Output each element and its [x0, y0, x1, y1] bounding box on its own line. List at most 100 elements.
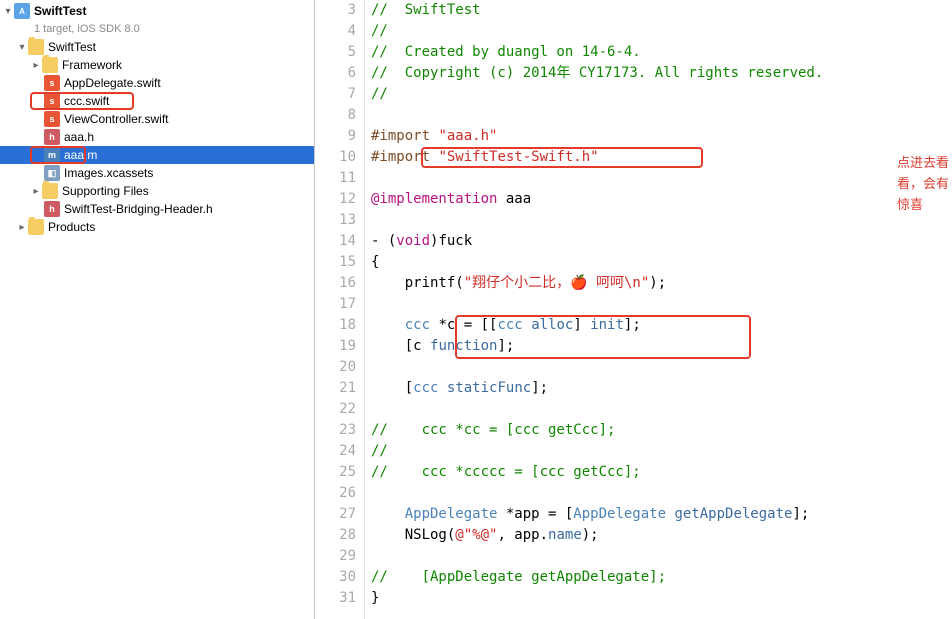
code-text: { [371, 252, 952, 273]
file-label: aaa.h [64, 130, 94, 144]
file-appdelegate[interactable]: s AppDelegate.swift [0, 74, 314, 92]
code-text: // ccc *ccccc = [ccc getCcc]; [371, 464, 641, 480]
project-root[interactable]: ▾ A SwiftTest [0, 2, 314, 20]
file-label: ViewController.swift [64, 112, 168, 126]
code-text: aaa [497, 191, 531, 207]
code-text: AppDelegate [573, 506, 666, 522]
project-subtitle: 1 target, iOS SDK 8.0 [34, 23, 140, 35]
file-bridging-header[interactable]: h SwiftTest-Bridging-Header.h [0, 200, 314, 218]
project-subtitle-row: 1 target, iOS SDK 8.0 [0, 20, 314, 38]
code-text: , app. [497, 527, 548, 543]
file-ccc[interactable]: s ccc.swift [0, 92, 314, 110]
code-text: [c [371, 338, 430, 354]
code-text [371, 483, 952, 504]
code-text: [ [371, 380, 413, 396]
header-file-icon: h [44, 129, 60, 145]
code-text [371, 294, 952, 315]
file-label: Images.xcassets [64, 166, 153, 180]
code-text [371, 105, 952, 126]
folder-framework[interactable]: ▸ Framework [0, 56, 314, 74]
code-text: init [590, 317, 624, 333]
folder-icon [28, 39, 44, 55]
file-images-xcassets[interactable]: ◧ Images.xcassets [0, 164, 314, 182]
code-text: ); [649, 275, 666, 291]
file-label: SwiftTest-Bridging-Header.h [64, 202, 213, 216]
project-name: SwiftTest [34, 4, 86, 18]
code-text: @"%@" [455, 527, 497, 543]
code-text: ]; [531, 380, 548, 396]
code-text: // [AppDelegate getAppDelegate]; [371, 569, 666, 585]
code-text: "翔仔个小二比，🍎 呵呵\n" [464, 275, 650, 291]
code-text [438, 380, 446, 396]
code-text: "aaa.h" [438, 128, 497, 144]
code-text: // [371, 86, 388, 102]
xcode-project-icon: A [14, 3, 30, 19]
implementation-file-icon: m [44, 147, 60, 163]
code-text: #import [371, 149, 438, 165]
folder-icon [42, 183, 58, 199]
code-text: ]; [497, 338, 514, 354]
folder-swifttest[interactable]: ▾ SwiftTest [0, 38, 314, 56]
code-text [371, 210, 952, 231]
code-text: // ccc *cc = [ccc getCcc]; [371, 422, 615, 438]
chevron-right-icon[interactable]: ▸ [30, 186, 42, 197]
code-text: // [371, 23, 388, 39]
code-text [371, 357, 952, 378]
code-text: getAppDelegate [674, 506, 792, 522]
project-navigator[interactable]: ▾ A SwiftTest 1 target, iOS SDK 8.0 ▾ Sw… [0, 0, 315, 619]
code-text [523, 317, 531, 333]
code-text: ]; [792, 506, 809, 522]
annotation-text: 点进去看看，会有惊喜 [897, 152, 952, 215]
code-text: void [396, 233, 430, 249]
code-text: AppDelegate [405, 506, 498, 522]
folder-label: Supporting Files [62, 184, 149, 198]
code-text: ]; [624, 317, 641, 333]
code-text: // [371, 443, 388, 459]
line-number-gutter: 3456789101112131415161718192021222324252… [315, 0, 365, 619]
code-text: staticFunc [447, 380, 531, 396]
code-text: ] [573, 317, 590, 333]
code-text [371, 546, 952, 567]
code-text: "SwiftTest-Swift.h" [438, 149, 598, 165]
folder-label: Products [48, 220, 95, 234]
code-text: )fuck [430, 233, 472, 249]
code-text: #import [371, 128, 438, 144]
swift-file-icon: s [44, 93, 60, 109]
code-text: *app = [ [497, 506, 573, 522]
code-text: // SwiftTest [371, 2, 481, 18]
assets-icon: ◧ [44, 165, 60, 181]
code-text [371, 399, 952, 420]
code-text: // Copyright (c) 2014年 CY17173. All righ… [371, 65, 823, 81]
code-text [371, 506, 405, 522]
swift-file-icon: s [44, 111, 60, 127]
code-text [371, 317, 405, 333]
code-text: alloc [531, 317, 573, 333]
folder-icon [28, 219, 44, 235]
folder-label: SwiftTest [48, 40, 96, 54]
folder-supporting-files[interactable]: ▸ Supporting Files [0, 182, 314, 200]
file-aaa-m[interactable]: m aaa.m [0, 146, 314, 164]
file-viewcontroller[interactable]: s ViewController.swift [0, 110, 314, 128]
source-editor[interactable]: 3456789101112131415161718192021222324252… [315, 0, 952, 619]
code-text: name [548, 527, 582, 543]
folder-icon [42, 57, 58, 73]
code-text: printf( [371, 275, 464, 291]
code-area[interactable]: // SwiftTest // // Created by duangl on … [365, 0, 952, 619]
chevron-right-icon[interactable]: ▸ [30, 60, 42, 71]
code-text: // Created by duangl on 14-6-4. [371, 44, 641, 60]
chevron-down-icon[interactable]: ▾ [2, 6, 14, 17]
code-text: - ( [371, 233, 396, 249]
code-text: ); [582, 527, 599, 543]
folder-products[interactable]: ▸ Products [0, 218, 314, 236]
code-text: ccc [497, 317, 522, 333]
file-aaa-h[interactable]: h aaa.h [0, 128, 314, 146]
chevron-right-icon[interactable]: ▸ [16, 222, 28, 233]
code-text: ccc [413, 380, 438, 396]
file-label: aaa.m [64, 148, 97, 162]
code-text: ccc [405, 317, 430, 333]
code-text [371, 168, 952, 189]
code-text: *c = [[ [430, 317, 497, 333]
chevron-down-icon[interactable]: ▾ [16, 42, 28, 53]
folder-label: Framework [62, 58, 122, 72]
header-file-icon: h [44, 201, 60, 217]
